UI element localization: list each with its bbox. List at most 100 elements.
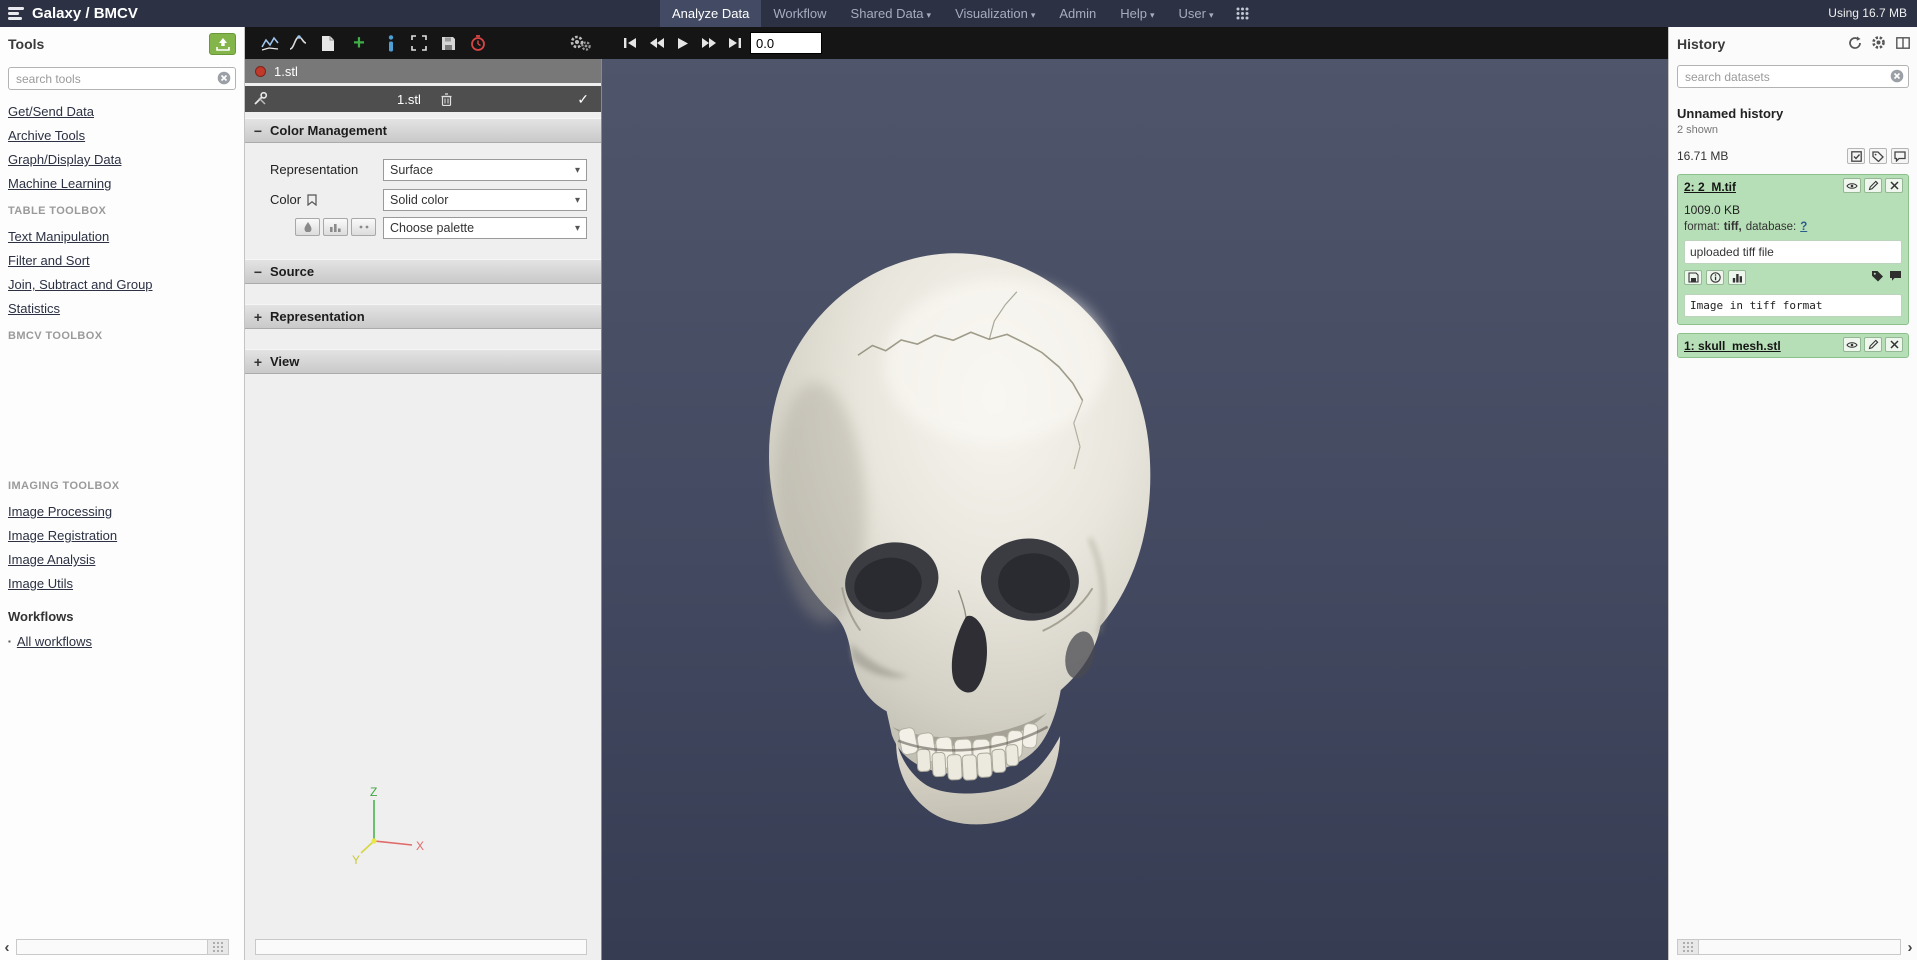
tool-section-image-analysis[interactable]: Image Analysis (8, 552, 95, 567)
dataset-details-info-icon[interactable] (1706, 270, 1724, 285)
bmcv-toolbox-label: BMCV TOOLBOX (8, 330, 244, 342)
nav-shared-data[interactable]: Shared Data▾ (839, 0, 944, 27)
section-representation[interactable]: + Representation (245, 304, 601, 329)
nav-analyze-data[interactable]: Analyze Data (660, 0, 761, 27)
clear-search-icon[interactable] (1890, 69, 1904, 83)
view-dataset-eye-icon[interactable] (1843, 337, 1861, 352)
tool-section-machine-learning[interactable]: Machine Learning (8, 176, 111, 191)
previous-frame-icon[interactable] (646, 32, 668, 54)
history-title: History (1677, 36, 1725, 52)
delete-dataset-x-icon[interactable] (1885, 337, 1903, 352)
chevron-down-icon: ▾ (575, 195, 580, 206)
opacity-curve-icon[interactable] (287, 32, 309, 54)
collapse-left-panel-chevron[interactable]: ‹ (1, 939, 13, 956)
first-frame-icon[interactable] (619, 32, 641, 54)
bookmark-icon[interactable] (307, 194, 317, 206)
tool-section-archive-tools[interactable]: Archive Tools (8, 128, 85, 143)
delete-source-icon[interactable] (441, 93, 452, 106)
dataset-tags-icon[interactable] (1871, 270, 1884, 282)
nav-admin[interactable]: Admin (1047, 0, 1108, 27)
masthead: Galaxy / BMCV Analyze Data Workflow Shar… (0, 0, 1917, 27)
download-dataset-icon[interactable] (1684, 270, 1702, 285)
info-icon[interactable] (380, 32, 402, 54)
scrollbar-handle[interactable] (1678, 940, 1699, 954)
active-source-bar[interactable]: 1.stl ✓ (245, 86, 601, 112)
scrollbar-handle[interactable] (207, 940, 228, 954)
database-link[interactable]: ? (1800, 221, 1807, 233)
history-horizontal-scrollbar[interactable] (1677, 939, 1901, 955)
file-icon[interactable] (317, 32, 339, 54)
dataset-title[interactable]: 2: 2_M.tif (1684, 180, 1736, 194)
play-icon[interactable] (672, 32, 694, 54)
history-name: Unnamed history (1677, 106, 1909, 121)
source-name: 1.stl (274, 64, 298, 79)
pipeline-horizontal-scrollbar[interactable] (255, 939, 587, 955)
edit-dataset-pencil-icon[interactable] (1864, 337, 1882, 352)
clear-search-icon[interactable] (217, 71, 231, 85)
expand-icon: + (253, 354, 263, 370)
pipeline-source-item[interactable]: 1.stl (245, 59, 601, 83)
tool-section-image-registration[interactable]: Image Registration (8, 528, 117, 543)
fullscreen-icon[interactable] (408, 32, 430, 54)
representation-select[interactable]: Surface ▾ (383, 159, 587, 181)
multi-history-view-icon[interactable] (1894, 34, 1911, 51)
nav-workflow[interactable]: Workflow (761, 0, 838, 27)
tool-section-get-send-data[interactable]: Get/Send Data (8, 104, 94, 119)
edit-colormap-icon[interactable] (259, 32, 281, 54)
edit-dataset-pencil-icon[interactable] (1864, 178, 1882, 193)
nav-visualization[interactable]: Visualization▾ (943, 0, 1047, 27)
collapse-right-panel-chevron[interactable]: › (1904, 939, 1916, 956)
tools-title: Tools (8, 36, 44, 52)
tool-section-image-utils[interactable]: Image Utils (8, 576, 73, 591)
tools-search-input[interactable] (8, 67, 236, 90)
apps-grid-icon[interactable] (1226, 0, 1259, 27)
tools-wrench-icon[interactable] (253, 92, 268, 106)
timer-icon[interactable] (467, 32, 489, 54)
scalar-color-button[interactable] (295, 218, 320, 236)
history-search-input[interactable] (1677, 65, 1909, 88)
time-value-input[interactable] (750, 32, 822, 54)
more-options-button[interactable] (351, 218, 376, 236)
dataset-title[interactable]: 1: skull_mesh.stl (1684, 339, 1781, 353)
nav-help[interactable]: Help▾ (1108, 0, 1166, 27)
next-frame-icon[interactable] (698, 32, 720, 54)
all-workflows-link[interactable]: All workflows (17, 634, 92, 649)
visualize-dataset-chart-icon[interactable] (1728, 270, 1746, 285)
settings-gears-icon[interactable] (569, 32, 591, 54)
render-viewport[interactable] (602, 59, 1668, 960)
tool-section-filter-and-sort[interactable]: Filter and Sort (8, 253, 90, 268)
save-screenshot-icon[interactable] (437, 32, 459, 54)
upload-icon (216, 38, 230, 51)
dataset-peek: Image in tiff format (1684, 294, 1902, 317)
tool-section-join-subtract-group[interactable]: Join, Subtract and Group (8, 277, 153, 292)
galaxy-brand[interactable]: Galaxy / BMCV (8, 0, 138, 27)
dataset-card-1: 1: skull_mesh.stl (1677, 333, 1909, 358)
nav-user[interactable]: User▾ (1167, 0, 1226, 27)
tool-section-image-processing[interactable]: Image Processing (8, 504, 112, 519)
upload-data-button[interactable] (209, 33, 236, 55)
visibility-check-icon[interactable]: ✓ (577, 91, 589, 108)
history-options-gear-icon[interactable] (1870, 34, 1887, 51)
add-source-icon[interactable]: + (348, 32, 370, 54)
table-toolbox-label: TABLE TOOLBOX (8, 205, 244, 217)
section-color-management[interactable]: − Color Management (245, 118, 601, 143)
section-source[interactable]: − Source (245, 259, 601, 284)
tools-horizontal-scrollbar[interactable] (16, 939, 229, 955)
histogram-button[interactable] (323, 218, 348, 236)
delete-dataset-x-icon[interactable] (1885, 178, 1903, 193)
tool-section-statistics[interactable]: Statistics (8, 301, 60, 316)
tool-section-graph-display-data[interactable]: Graph/Display Data (8, 152, 121, 167)
select-items-icon[interactable] (1847, 148, 1865, 164)
color-select[interactable]: Solid color ▾ (383, 189, 587, 211)
last-frame-icon[interactable] (724, 32, 746, 54)
tools-panel: Tools Get/Send Data Archive Tools Graph/… (0, 27, 245, 960)
history-annotation-icon[interactable] (1891, 148, 1909, 164)
tool-section-text-manipulation[interactable]: Text Manipulation (8, 229, 109, 244)
section-view[interactable]: + View (245, 349, 601, 374)
refresh-history-icon[interactable] (1846, 34, 1863, 51)
active-source-name: 1.stl (397, 92, 421, 107)
dataset-annotation-icon[interactable] (1889, 270, 1902, 282)
palette-select[interactable]: Choose palette ▾ (383, 217, 587, 239)
history-tags-icon[interactable] (1869, 148, 1887, 164)
view-dataset-eye-icon[interactable] (1843, 178, 1861, 193)
